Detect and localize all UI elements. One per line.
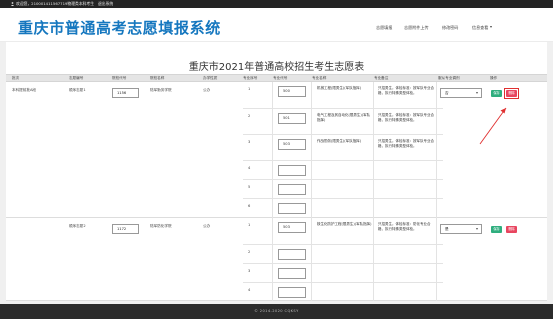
- th-major-name: 专业名称: [312, 76, 327, 80]
- chevron-down-icon: [476, 228, 478, 230]
- save-button[interactable]: 保存: [491, 226, 502, 233]
- th-major-note: 专业备注: [374, 76, 389, 80]
- volunteer-number: 顺序志愿2: [69, 224, 86, 228]
- major-name: 核生化防护工程(限男生)(军队指挥): [317, 222, 372, 226]
- th-nature: 办学性质: [203, 76, 218, 80]
- nav-attachment-upload[interactable]: 志愿附件上传: [404, 25, 429, 31]
- nav-info-view[interactable]: 信息查看: [472, 25, 492, 31]
- major-code-input[interactable]: [278, 203, 306, 214]
- delete-button[interactable]: 删除: [506, 226, 517, 233]
- th-major-code: 专业代号: [273, 76, 288, 80]
- save-button[interactable]: 保存: [491, 90, 502, 97]
- major-name: 机械工程(限男生)(军队指挥): [317, 86, 361, 90]
- site-header: 重庆市普通高考志愿填报系统 志愿填报 志愿附件上传 修改密码 信息查看: [0, 8, 553, 42]
- major-row: 3: [243, 263, 443, 282]
- major-number: 1: [248, 223, 251, 227]
- major-number: 2: [248, 250, 251, 254]
- th-adjust: 服从专业调剂: [438, 76, 460, 80]
- nav-change-password[interactable]: 修改密码: [442, 25, 458, 31]
- major-number: 2: [248, 114, 251, 118]
- major-number: 3: [248, 269, 251, 273]
- major-row: 1 500 机械工程(限男生)(军队指挥) 只招男生。体检标准：按军队专业合格，…: [243, 82, 443, 108]
- top-status-bar: 欢迎您，210001411567719物理类本科考生 退出系统: [0, 0, 553, 8]
- school-code-input[interactable]: 1172: [112, 224, 139, 234]
- major-number: 4: [248, 288, 251, 292]
- school-name: 陆军勤务学院: [150, 88, 172, 92]
- main-content: 重庆市2021年普通高校招生考生志愿表 批次 志愿编号 院校代号 院校名称 办学…: [6, 42, 547, 301]
- major-row: 2: [243, 244, 443, 263]
- th-major-num: 专业序号: [243, 76, 258, 80]
- major-name: 电气工程及其自动化(限男生)(军队指挥): [317, 113, 371, 122]
- school-nature: 公办: [203, 88, 211, 92]
- major-row: 1 503 核生化防护工程(限男生)(军队指挥) 只招男生。体检标准：防化专业合…: [243, 218, 443, 244]
- school-code-input[interactable]: 1156: [112, 88, 139, 98]
- school-name: 陆军防化学院: [150, 224, 172, 228]
- page-title: 重庆市2021年普通高校招生考生志愿表: [188, 62, 365, 73]
- major-note: 只招男生。体检标准：防化专业合格，执行特殊类型体检。: [378, 222, 431, 231]
- major-code-input[interactable]: [278, 268, 306, 279]
- th-batch: 批次: [12, 76, 20, 80]
- major-name: 作战勤务(限男生)(军队指挥): [317, 139, 361, 143]
- nav-info-view-label: 信息查看: [472, 25, 489, 30]
- th-volunteer-no: 志愿编号: [69, 76, 84, 80]
- major-number: 6: [248, 204, 251, 208]
- major-code-input[interactable]: [278, 184, 306, 195]
- major-code-input[interactable]: 503: [278, 222, 306, 233]
- major-row: 6: [243, 198, 443, 218]
- major-code-input[interactable]: [278, 287, 306, 298]
- table-header: 批次 志愿编号 院校代号 院校名称 办学性质 专业序号 专业代号 专业名称 专业…: [6, 74, 547, 82]
- batch-cell: 本科提前批A段: [12, 88, 37, 92]
- major-code-input[interactable]: 500: [278, 86, 306, 97]
- chevron-down-icon: [476, 92, 478, 94]
- site-title: 重庆市普通高考志愿填报系统: [18, 19, 221, 37]
- th-school-name: 院校名称: [150, 76, 165, 80]
- annotation-arrow: [479, 107, 507, 145]
- adjust-select[interactable]: 否: [440, 88, 482, 98]
- major-row: 4: [243, 160, 443, 179]
- major-code-input[interactable]: 501: [278, 113, 306, 124]
- th-action: 操作: [490, 76, 498, 80]
- adjust-select[interactable]: 是: [440, 224, 482, 234]
- major-row: 5: [243, 179, 443, 198]
- major-row: 2 501 电气工程及其自动化(限男生)(军队指挥) 只招男生。体检标准：按军队…: [243, 108, 443, 134]
- major-row: 4: [243, 282, 443, 301]
- adjust-select-value: 否: [445, 91, 449, 95]
- major-code-input[interactable]: 503: [278, 139, 306, 150]
- major-note: 只招男生。体检标准：按军队专业合格，执行特殊类型体检。: [378, 86, 434, 95]
- th-school-code: 院校代号: [112, 76, 127, 80]
- user-icon: [11, 1, 14, 6]
- adjust-select-value: 是: [445, 227, 449, 231]
- highlight-box: [504, 88, 519, 99]
- major-number: 4: [248, 166, 251, 170]
- volunteer-group-2: 顺序志愿2 1172 陆军防化学院 公办 1 503 核生化防护工程(限男生)(…: [6, 218, 547, 301]
- chevron-down-icon: [489, 26, 492, 28]
- major-note: 只招男生。体检标准：按军队专业合格，执行特殊类型体检。: [378, 139, 434, 148]
- major-number: 1: [248, 87, 251, 91]
- major-number: 5: [248, 185, 251, 189]
- volunteer-group-1: 本科提前批A段 顺序志愿1 1156 陆军勤务学院 公办 1 500 机械工程(…: [6, 82, 547, 218]
- welcome-text: 欢迎您，210001411567719物理类本科考生: [16, 1, 95, 6]
- volunteer-number: 顺序志愿1: [69, 88, 86, 92]
- major-code-input[interactable]: [278, 249, 306, 260]
- major-note: 只招男生。体检标准：按军队专业合格，执行特殊类型体检。: [378, 113, 434, 122]
- logout-link[interactable]: 退出系统: [98, 1, 113, 6]
- major-code-input[interactable]: [278, 165, 306, 176]
- major-row: 3 503 作战勤务(限男生)(军队指挥) 只招男生。体检标准：按军队专业合格，…: [243, 134, 443, 160]
- footer: © 2014-2020 CQKSY: [0, 304, 553, 319]
- major-number: 3: [248, 140, 251, 144]
- school-nature: 公办: [203, 224, 211, 228]
- nav-volunteer-fill[interactable]: 志愿填报: [376, 25, 392, 31]
